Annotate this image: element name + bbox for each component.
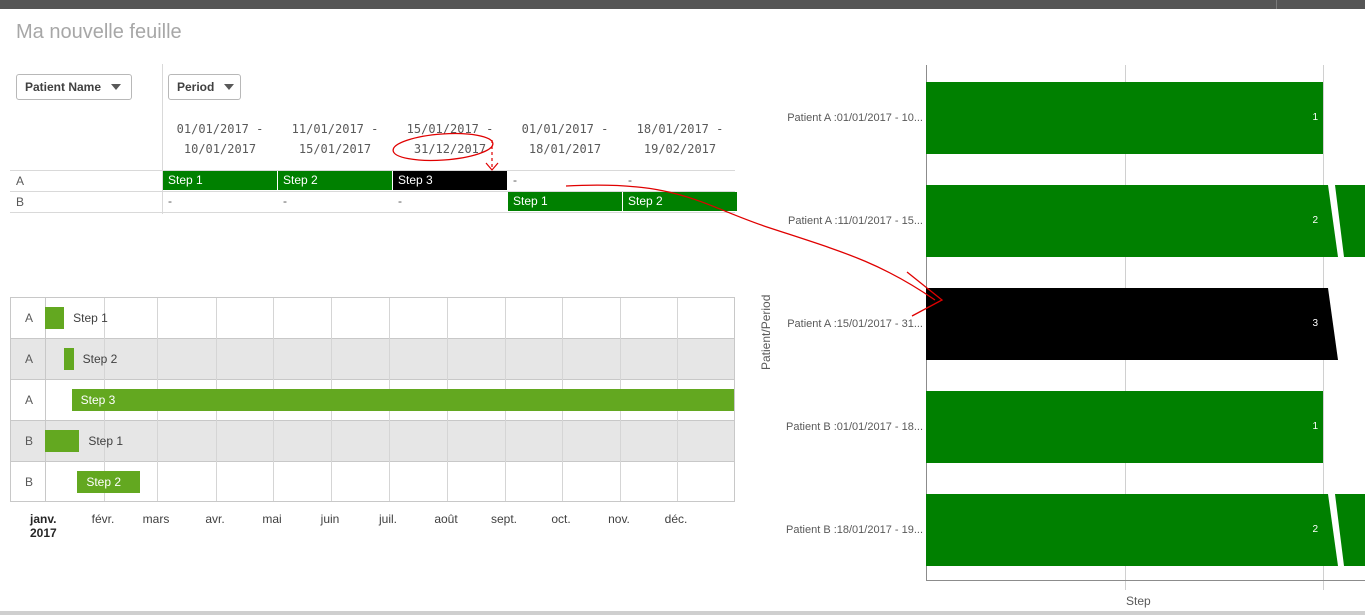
- pivot-cell[interactable]: Step 1: [508, 192, 622, 211]
- period-start: 11/01/2017 -: [291, 122, 379, 136]
- month-label: juin: [320, 512, 340, 526]
- period-end: 15/01/2017: [298, 142, 372, 156]
- month-label: juil.: [378, 512, 397, 526]
- toolbar-separator: [1276, 0, 1277, 9]
- category-label[interactable]: Patient B :18/01/2017 - 19...: [786, 524, 923, 536]
- dimension-label: Patient Name: [25, 80, 102, 94]
- gantt-row-label: A: [25, 352, 34, 366]
- sheet-title[interactable]: Ma nouvelle feuille: [16, 21, 182, 44]
- gantt-bar[interactable]: [45, 307, 65, 329]
- month-label: août: [434, 512, 458, 526]
- bar-break-marker: [1323, 185, 1365, 257]
- row-label[interactable]: A: [16, 174, 24, 188]
- period-column-header[interactable]: 11/01/2017 - 15/01/2017: [278, 119, 392, 171]
- caret-down-icon: [224, 84, 235, 90]
- x-axis-title: Step: [1126, 594, 1151, 608]
- bar[interactable]: 3: [926, 288, 1323, 360]
- gantt-bar[interactable]: [45, 430, 80, 452]
- period-dimension-button[interactable]: Period: [168, 74, 241, 100]
- period-start: 15/01/2017 -: [406, 122, 494, 136]
- patient-name-dimension-button[interactable]: Patient Name: [16, 74, 132, 100]
- pivot-cell[interactable]: -: [393, 192, 507, 211]
- period-end: 19/02/2017: [643, 142, 717, 156]
- pivot-cell[interactable]: Step 2: [278, 171, 392, 190]
- category-label[interactable]: Patient A :15/01/2017 - 31...: [787, 318, 923, 330]
- category-label[interactable]: Patient A :01/01/2017 - 10...: [787, 112, 923, 124]
- category-label[interactable]: Patient B :01/01/2017 - 18...: [786, 421, 923, 433]
- period-start: 01/01/2017 -: [176, 122, 264, 136]
- gantt-row[interactable]: A: [11, 339, 734, 380]
- y-axis-title: Patient/Period: [759, 294, 773, 370]
- month-label: nov.: [608, 512, 630, 526]
- period-column-header[interactable]: 01/01/2017 - 10/01/2017: [163, 119, 277, 171]
- pivot-cell[interactable]: Step 3: [393, 171, 507, 190]
- bar-break-marker: [1323, 494, 1365, 566]
- pivot-cell[interactable]: -: [163, 192, 277, 211]
- bar-value-label: 1: [1312, 112, 1318, 123]
- gantt-row-label: A: [25, 311, 34, 325]
- gantt-row-label: B: [25, 475, 34, 489]
- dimension-label: Period: [177, 80, 215, 94]
- gantt-bar[interactable]: [64, 348, 74, 370]
- pivot-cell[interactable]: -: [278, 192, 392, 211]
- bar[interactable]: 1: [926, 82, 1323, 154]
- pivot-table: Patient Name Period 01/01/2017 - 10/01/20…: [10, 64, 737, 214]
- gantt-bar-label: Step 2: [86, 475, 122, 489]
- pivot-cell[interactable]: -: [508, 171, 622, 190]
- pivot-divider: [10, 212, 735, 213]
- gantt-row[interactable]: A: [11, 298, 734, 339]
- month-label: mars: [142, 512, 170, 526]
- category-label[interactable]: Patient A :11/01/2017 - 15...: [788, 215, 923, 227]
- bar-value-label: 2: [1312, 524, 1318, 535]
- month-label: janv. 2017: [30, 512, 57, 540]
- gantt-bar-label: Step 2: [82, 352, 118, 366]
- bar-value-label: 3: [1312, 318, 1318, 329]
- pivot-cell[interactable]: Step 2: [623, 192, 737, 211]
- bar-chart: Patient A :01/01/2017 - 10... 1 Patient A …: [745, 60, 1365, 615]
- row-label[interactable]: B: [16, 195, 24, 209]
- caret-down-icon: [111, 84, 122, 90]
- year-label: 2017: [30, 526, 57, 540]
- month-label: mai: [262, 512, 282, 526]
- period-start: 01/01/2017 -: [521, 122, 609, 136]
- month-label: avr.: [205, 512, 225, 526]
- period-column-header[interactable]: 01/01/2017 - 18/01/2017: [508, 119, 622, 171]
- gantt-chart: A A A B B Step 1 Step 2 Step 3 Step 1 Step 2: [10, 297, 735, 502]
- gantt-bar-label: Step 1: [88, 434, 124, 448]
- period-end: 10/01/2017: [183, 142, 257, 156]
- bar[interactable]: 2: [926, 185, 1323, 257]
- period-end: 18/01/2017: [528, 142, 602, 156]
- period-column-header[interactable]: 15/01/2017 - 31/12/2017: [393, 119, 507, 171]
- bar[interactable]: 1: [926, 391, 1323, 463]
- gantt-row-label: A: [25, 393, 34, 407]
- bar[interactable]: 2: [926, 494, 1323, 566]
- pivot-cell[interactable]: Step 1: [163, 171, 277, 190]
- month-label: sept.: [490, 512, 517, 526]
- period-end: 31/12/2017: [413, 142, 487, 156]
- gantt-bar-label: Step 3: [80, 393, 116, 407]
- gantt-bar-label: Step 1: [73, 311, 108, 325]
- gantt-row-label: B: [25, 434, 34, 448]
- bar-value-label: 2: [1312, 215, 1318, 226]
- bar-value-label: 1: [1312, 421, 1318, 432]
- gantt-bar[interactable]: [71, 389, 734, 411]
- month-label: oct.: [551, 512, 571, 526]
- top-toolbar: [0, 0, 1365, 9]
- period-column-header[interactable]: 18/01/2017 - 19/02/2017: [623, 119, 737, 171]
- taskbar-strip: [0, 611, 1365, 615]
- month-label: déc.: [664, 512, 688, 526]
- pivot-cell[interactable]: -: [623, 171, 737, 190]
- month-label: févr.: [91, 512, 115, 526]
- period-start: 18/01/2017 -: [636, 122, 724, 136]
- bar-break-marker: [1323, 288, 1338, 360]
